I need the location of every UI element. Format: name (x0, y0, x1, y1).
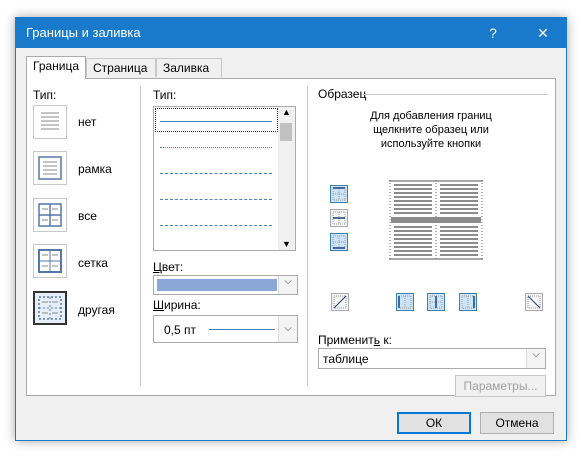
setting-all-label[interactable]: все (78, 209, 97, 223)
tab-shading[interactable]: Заливка (156, 58, 222, 77)
setting-custom-icon[interactable] (33, 291, 67, 325)
setting-all-icon[interactable] (33, 198, 67, 232)
ok-button[interactable]: ОК (397, 412, 471, 434)
inside-vertical-border-button[interactable] (427, 293, 445, 311)
color-combo[interactable]: ⌵ (153, 275, 298, 295)
dialog-title: Границы и заливка (26, 25, 141, 40)
apply-to-value: таблице (323, 352, 369, 366)
chevron-down-icon: ⌵ (284, 323, 292, 334)
line-style-dashed-small[interactable] (160, 173, 272, 174)
preview-table[interactable] (389, 180, 483, 260)
top-border-button[interactable] (330, 185, 348, 203)
tab-page-border[interactable]: Страница (86, 58, 156, 77)
width-combo[interactable]: 0,5 пт ⌵ (153, 315, 298, 343)
inside-horizontal-border-button[interactable] (330, 209, 348, 227)
setting-box-icon[interactable] (33, 151, 67, 185)
color-label: Цвет: (153, 260, 184, 274)
borders-and-shading-dialog: Границы и заливка ? ✕ Граница Страница З… (15, 17, 567, 441)
right-border-button[interactable] (459, 293, 477, 311)
style-label: Тип: (153, 88, 177, 102)
preview-rule (362, 94, 548, 95)
tab-borders[interactable]: Граница (26, 56, 86, 79)
apply-to-label: Применить к: (318, 333, 392, 347)
cancel-button[interactable]: Отмена (480, 412, 554, 434)
width-value: 0,5 пт (164, 323, 197, 337)
scroll-down-icon[interactable]: ▼ (282, 239, 291, 249)
tab-shading-label: Заливка (163, 61, 210, 75)
setting-custom-label[interactable]: другая (78, 303, 115, 317)
setting-grid-icon[interactable] (33, 244, 67, 278)
line-style-dash-dot[interactable] (160, 225, 272, 226)
setting-label: Тип: (33, 88, 57, 102)
color-dropdown-button[interactable]: ⌵ (278, 276, 297, 294)
tab-borders-label: Граница (33, 59, 80, 73)
preview-hint: Для добавления границ щелкните образец и… (370, 110, 492, 150)
scroll-up-icon[interactable]: ▲ (282, 107, 291, 117)
scroll-thumb[interactable] (280, 123, 292, 141)
column-divider-2 (307, 86, 308, 386)
style-list-scrollbar[interactable]: ▲ ▼ (278, 107, 295, 250)
setting-box-label[interactable]: рамка (78, 162, 112, 176)
color-swatch (157, 279, 277, 291)
diagonal-up-border-button[interactable] (331, 293, 349, 311)
chevron-down-icon: ⌵ (284, 276, 292, 287)
line-style-solid[interactable] (160, 121, 272, 122)
column-divider-1 (140, 86, 141, 386)
width-dropdown-button[interactable]: ⌵ (278, 316, 297, 342)
width-label: Ширина: (153, 298, 201, 312)
width-line-sample (209, 329, 275, 330)
line-style-dashed[interactable] (160, 199, 272, 200)
close-button[interactable]: ✕ (520, 18, 566, 48)
bottom-border-button[interactable] (330, 233, 348, 251)
preview-label: Образец (318, 87, 367, 101)
apply-to-dropdown-button[interactable]: ⌵ (526, 349, 545, 368)
left-border-button[interactable] (396, 293, 414, 311)
line-style-dotted[interactable] (160, 147, 272, 148)
chevron-down-icon: ⌵ (532, 349, 540, 360)
color-label-text: вет: (161, 260, 184, 274)
apply-to-combo[interactable]: таблице ⌵ (318, 348, 546, 369)
setting-none-label[interactable]: нет (78, 115, 96, 129)
options-button[interactable]: Параметры... (455, 375, 546, 397)
line-style-list[interactable]: ▲ ▼ (153, 106, 296, 251)
setting-none-icon[interactable] (33, 105, 67, 139)
diagonal-down-border-button[interactable] (525, 293, 543, 311)
tab-page-border-label: Страница (93, 61, 148, 75)
title-bar[interactable]: Границы и заливка ? ✕ (16, 18, 566, 48)
selected-style-highlight (155, 108, 278, 132)
setting-grid-label[interactable]: сетка (78, 256, 108, 270)
help-button[interactable]: ? (470, 18, 516, 48)
